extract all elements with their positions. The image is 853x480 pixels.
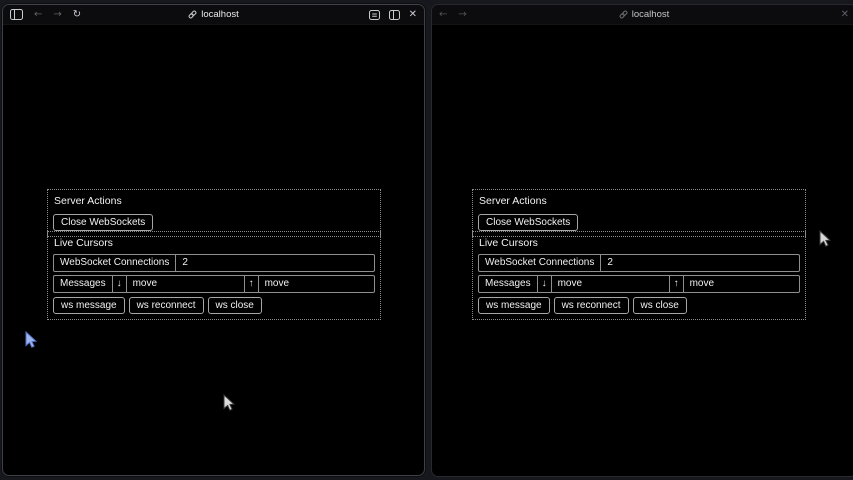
console-icon[interactable] [369,10,380,20]
address-area[interactable]: localhost [432,5,853,24]
ws-close-button[interactable]: ws close [208,297,262,315]
page-title: localhost [632,10,670,20]
forward-icon[interactable]: → [458,10,466,20]
titlebar[interactable]: ← → localhost ✕ [432,5,853,25]
remote-cursor-icon [25,331,37,348]
connections-row: WebSocket Connections 2 [53,254,375,272]
connections-value: 2 [175,255,374,271]
close-icon[interactable]: ✕ [409,10,417,20]
messages-row: Messages ↓ move ↑ move [53,275,375,293]
ws-close-button[interactable]: ws close [633,297,687,315]
titlebar-left-controls: ← → ↻ [10,5,81,24]
browser-window-left: ← → ↻ localhost ✕ [2,4,425,476]
messages-row: Messages ↓ move ↑ move [478,275,800,293]
connections-row: WebSocket Connections 2 [478,254,800,272]
mouse-pointer-icon [223,394,235,411]
close-icon[interactable]: ✕ [841,10,849,20]
titlebar-right-controls: ✕ [369,5,417,24]
page-title: localhost [201,10,239,20]
live-cursors-legend: Live Cursors [479,238,800,250]
link-icon [619,10,628,19]
close-websockets-button[interactable]: Close WebSockets [478,214,578,232]
back-icon[interactable]: ← [34,10,42,20]
messages-label: Messages [54,276,112,292]
connections-label: WebSocket Connections [479,255,600,271]
reload-icon[interactable]: ↻ [73,10,81,20]
ws-buttons-row: ws message ws reconnect ws close [53,297,375,315]
incoming-message: move [126,276,244,292]
forward-icon[interactable]: → [53,10,61,20]
remote-cursor-icon [819,230,831,247]
desktop: { "colors": { "desktop_bg": "#17181d", "… [0,0,853,480]
incoming-message: move [551,276,669,292]
incoming-arrow-icon: ↓ [112,276,126,292]
outgoing-message: move [258,276,374,292]
incoming-arrow-icon: ↓ [537,276,551,292]
close-websockets-button[interactable]: Close WebSockets [53,214,153,232]
back-icon[interactable]: ← [439,10,447,20]
outgoing-arrow-icon: ↑ [669,276,683,292]
titlebar-right-controls: ✕ [841,5,849,24]
outgoing-arrow-icon: ↑ [244,276,258,292]
ws-buttons-row: ws message ws reconnect ws close [478,297,800,315]
outgoing-message: move [683,276,799,292]
sidebar-toggle-icon[interactable] [10,9,23,20]
browser-window-right: ← → localhost ✕ Server Actions Close Web… [431,4,853,477]
titlebar-left-controls: ← → [439,5,467,24]
link-icon [188,10,197,19]
split-view-icon[interactable] [389,10,400,20]
live-cursors-panel: Live Cursors WebSocket Connections 2 Mes… [47,231,381,320]
connections-value: 2 [600,255,799,271]
live-cursors-panel: Live Cursors WebSocket Connections 2 Mes… [472,231,806,320]
server-actions-panel: Server Actions Close WebSockets [47,189,381,237]
server-actions-legend: Server Actions [54,196,375,208]
connections-label: WebSocket Connections [54,255,175,271]
live-cursors-legend: Live Cursors [54,238,375,250]
server-actions-legend: Server Actions [479,196,800,208]
ws-reconnect-button[interactable]: ws reconnect [554,297,629,315]
titlebar[interactable]: ← → ↻ localhost ✕ [3,5,424,25]
messages-label: Messages [479,276,537,292]
ws-message-button[interactable]: ws message [478,297,550,315]
server-actions-panel: Server Actions Close WebSockets [472,189,806,237]
ws-message-button[interactable]: ws message [53,297,125,315]
ws-reconnect-button[interactable]: ws reconnect [129,297,204,315]
